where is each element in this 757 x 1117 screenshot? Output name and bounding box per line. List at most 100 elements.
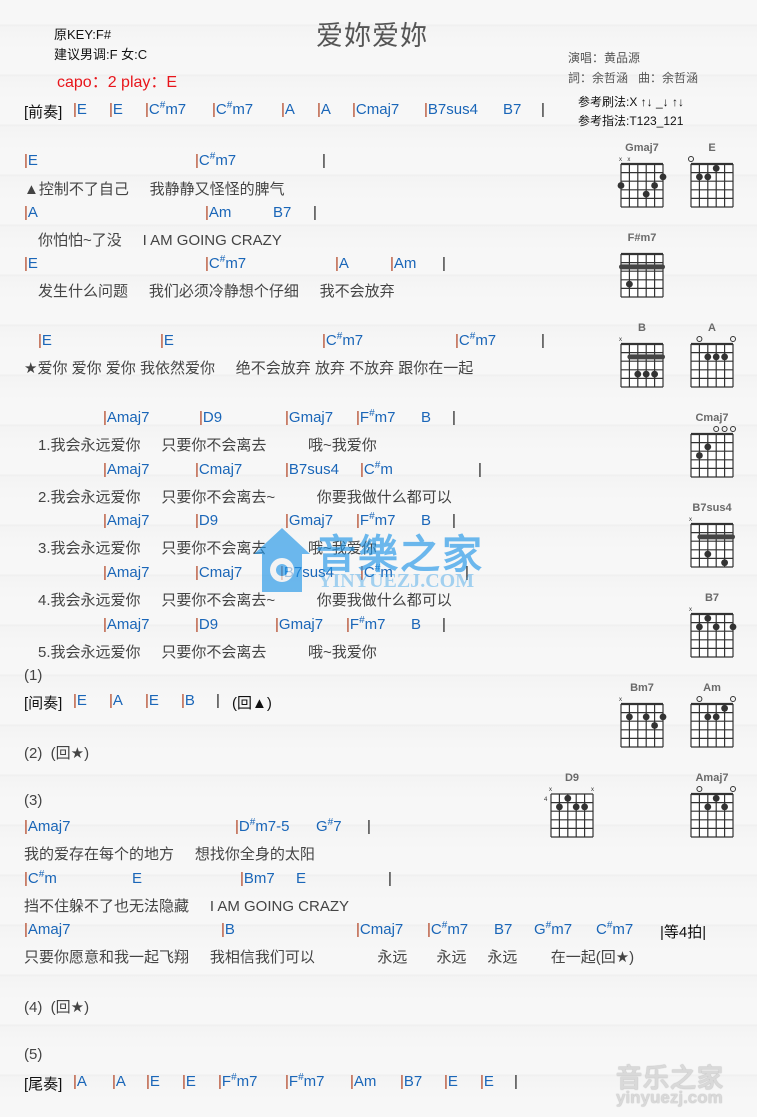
sheet-line: |Amaj7 |D#m7-5 G#7 | [0,817,757,838]
bar-line: | [73,692,77,709]
open-string-icon [696,786,703,792]
finger-dot [712,353,720,361]
chord-diagram-name: Bm7 [630,682,654,694]
chord-diagram-name: B7sus4 [692,502,732,514]
bar-line: | [400,1073,404,1090]
chord-symbol: |C#m [24,869,57,887]
sharp-sign: # [369,511,375,522]
house-logo-icon [254,528,310,592]
fretboard-bg [691,614,733,657]
bar-line: | [335,255,339,272]
open-string-icon [730,426,736,432]
open-string-icon [713,426,720,432]
sheet-line: 只要你愿意和我一起飞翔 我相信我们可以 永远 永远 永远 在一起(回★) [0,946,757,966]
bar-line: | [24,921,28,938]
bar-line: | [427,921,431,938]
bar-line: | [160,332,164,349]
bar-line: | [109,101,113,118]
open-string-icon [730,696,736,702]
lyric-line: (1) [24,667,43,684]
fretboard-grid: x [619,697,667,748]
barre-bar [619,264,665,270]
sheet-line: 5.我会永远爱你 只要你不会离去 哦~我爱你 [0,641,757,661]
chord-symbol: B [421,409,432,426]
chord-symbol: |A [109,692,123,709]
chord-symbol: |B7 [400,1073,423,1090]
lyric-line: (4) (回★) [24,999,90,1016]
finger-dot [712,623,720,631]
chord-symbol: |B [221,921,235,938]
bar-line: | [73,1073,77,1090]
sharp-sign: # [231,1072,237,1083]
chord-symbol: |Amaj7 [24,921,71,938]
fretboard-grid: x [689,517,735,568]
open-string-icon [730,336,736,342]
chord-symbol: |E [24,152,38,169]
muted-string-icon: x [689,607,692,613]
sharp-sign: # [336,331,343,342]
chord-symbol: |Amaj7 [103,564,150,581]
bar-line: | [442,616,446,633]
bar-line: | [313,204,317,221]
finger-dot [712,164,720,172]
finger-dot [659,713,667,721]
bar-line: | [195,616,199,633]
finger-dot [651,722,658,729]
lyric-line: 发生什么问题 我们必须冷静想个仔细 我不会放弃 [38,283,395,300]
original-key: 原KEY:F# [54,27,112,42]
sheet-line: 我的爱存在每个的地方 想找你全身的太阳 [0,843,757,863]
lyric-line: ▲控制不了自己 我静静又怪怪的脾气 [24,181,285,198]
chord-diagram: Gmaj7 x x [612,142,672,217]
bar-line: | [103,461,107,478]
chord-diagram-name: E [708,142,716,154]
chord-symbol: E [132,870,143,887]
bar-line: | [360,461,364,478]
bar-line: | [356,921,360,938]
finger-dot [712,794,720,802]
finger-dot [712,713,720,721]
chord-diagram-name: A [708,322,716,334]
chord-symbol: |F#m7 [356,408,396,426]
finger-dot [704,803,712,811]
bar-line: | [103,616,107,633]
chord-symbol: |Bm7 [240,870,275,887]
sheet-line: 2.我会永远爱你 只要你不会离去~ 你要我做什么都可以 [0,486,757,506]
bar-line: | [195,512,199,529]
fretboard-grid: 4x x [544,787,594,838]
bar-line: | [195,461,199,478]
sharp-sign: # [606,920,613,931]
finger-dot [721,559,728,567]
finger-dot [696,623,703,631]
chord-symbol: |D9 [199,409,223,426]
bar-line: | [478,461,482,478]
finger-dot [626,280,633,288]
chord-diagram-name: F#m7 [627,232,657,244]
chord-symbol: |Amaj7 [24,818,71,835]
lyric-line: 2.我会永远爱你 只要你不会离去~ 你要我做什么都可以 [38,489,452,506]
chord-symbol: |E [73,692,87,709]
chord-symbol: |C#m7 [205,254,247,272]
chord-symbol: |Amaj7 [103,461,150,478]
chord-diagram: Am [682,682,742,757]
bar-line: | [24,255,28,272]
finger-dot [581,803,588,811]
chord-diagram: F#m7 [612,232,672,307]
chord-diagram-name: Cmaj7 [695,412,729,424]
sharp-sign: # [209,151,216,162]
bar-line: | [388,870,392,887]
finger-dot [659,173,667,181]
bar-line: | [285,461,289,478]
bar-line: | [199,409,203,426]
finger-dot [651,370,658,378]
finger-dot [704,173,712,181]
chord-symbol: |E [160,332,174,349]
bar-line: | [103,564,107,581]
bar-line: | [541,332,545,349]
finger-dot [721,353,728,361]
chord-symbol: |Am [390,255,417,272]
finger-dot [721,704,728,712]
chord-symbol: |E [145,692,159,709]
chord-symbol: C#m7 [596,920,634,938]
chord-symbol: |C#m7 [212,100,254,118]
sharp-sign: # [327,817,334,828]
